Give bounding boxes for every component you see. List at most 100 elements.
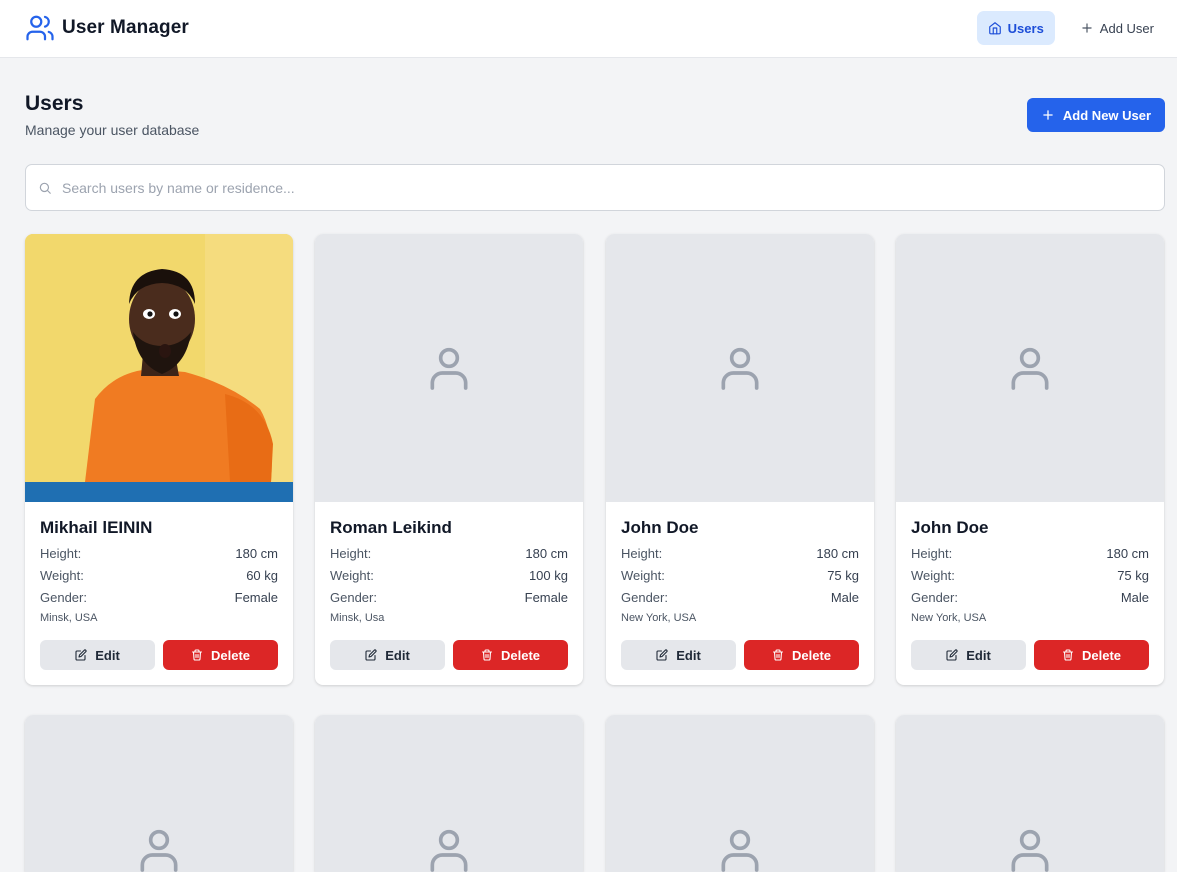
weight-row: Weight: 100 kg (330, 568, 568, 584)
height-label: Height: (330, 546, 372, 561)
gender-row: Gender: Female (40, 590, 278, 606)
gender-value: Female (234, 590, 278, 605)
height-row: Height: 180 cm (911, 546, 1149, 562)
plus-icon (1043, 110, 1053, 120)
height-label: Height: (911, 546, 953, 561)
user-photo (25, 234, 293, 502)
card-actions: Edit Delete (330, 640, 568, 670)
weight-label: Weight: (621, 568, 665, 583)
user-icon (1011, 829, 1049, 872)
user-photo-placeholder (315, 715, 583, 872)
weight-value: 75 kg (1117, 568, 1149, 583)
edit-label: Edit (95, 647, 120, 663)
delete-label: Delete (210, 647, 251, 663)
edit-icon (656, 649, 668, 661)
weight-label: Weight: (330, 568, 374, 583)
trash-icon (481, 649, 493, 661)
edit-label: Edit (385, 647, 410, 663)
gender-label: Gender: (40, 590, 87, 605)
edit-button[interactable]: Edit (621, 640, 736, 670)
users-icon (26, 15, 54, 41)
gender-label: Gender: (911, 590, 958, 605)
residence: Minsk, Usa (330, 612, 385, 624)
main-nav: Users Add User (976, 11, 1165, 45)
height-value: 180 cm (816, 546, 859, 561)
user-card-body: Mikhail lEININ Height: 180 cm Weight: 60 k… (25, 502, 293, 685)
page-subtitle: Manage your user database (25, 122, 200, 138)
trash-icon (772, 649, 784, 661)
top-navbar: User Manager Users Add User (0, 0, 1177, 58)
weight-value: 60 kg (246, 568, 278, 583)
delete-label: Delete (791, 647, 832, 663)
card-actions: Edit Delete (40, 640, 278, 670)
app-title: User Manager (62, 17, 189, 38)
user-name: Mikhail lEININ (40, 518, 153, 537)
user-card-body: Roman Leikind Height: 180 cm Weight: 100 k… (315, 502, 583, 685)
edit-button[interactable]: Edit (40, 640, 155, 670)
delete-button[interactable]: Delete (453, 640, 568, 670)
user-photo-placeholder (606, 234, 874, 502)
height-label: Height: (40, 546, 82, 561)
user-icon (721, 829, 759, 872)
delete-button[interactable]: Delete (744, 640, 859, 670)
add-new-user-button[interactable]: Add New User (1027, 98, 1165, 132)
user-name: John Doe (621, 518, 699, 537)
search-input[interactable] (62, 179, 1142, 196)
weight-label: Weight: (911, 568, 955, 583)
gender-value: Male (830, 590, 859, 605)
user-icon (430, 347, 468, 390)
gender-label: Gender: (330, 590, 377, 605)
weight-row: Weight: 75 kg (911, 568, 1149, 584)
user-card: John Doe Height: 180 cm Weight: 75 kg Gend… (606, 234, 874, 685)
card-actions: Edit Delete (621, 640, 859, 670)
trash-icon (1062, 649, 1074, 661)
nav-users[interactable]: Users (976, 11, 1055, 45)
user-photo-placeholder (606, 715, 874, 872)
delete-button[interactable]: Delete (1034, 640, 1149, 670)
edit-icon (365, 649, 377, 661)
height-row: Height: 180 cm (330, 546, 568, 562)
weight-value: 75 kg (827, 568, 859, 583)
user-card (315, 715, 583, 872)
gender-value: Male (1120, 590, 1149, 605)
height-value: 180 cm (235, 546, 278, 561)
user-photo-placeholder (896, 234, 1164, 502)
user-card: John Doe Height: 180 cm Weight: 75 kg Gend… (896, 234, 1164, 685)
edit-button[interactable]: Edit (911, 640, 1026, 670)
home-icon (988, 22, 1001, 35)
gender-row: Gender: Female (330, 590, 568, 606)
user-card (25, 715, 293, 872)
weight-label: Weight: (40, 568, 84, 583)
user-icon (721, 347, 759, 390)
residence: Minsk, USA (40, 612, 98, 624)
plus-icon (1082, 23, 1092, 33)
user-card: Mikhail lEININ Height: 180 cm Weight: 60 k… (25, 234, 293, 685)
user-name: John Doe (911, 518, 989, 537)
gender-value: Female (524, 590, 568, 605)
user-photo-placeholder (315, 234, 583, 502)
brand[interactable]: User Manager (25, 13, 189, 43)
user-name: Roman Leikind (330, 518, 452, 537)
height-row: Height: 180 cm (621, 546, 859, 562)
user-card (606, 715, 874, 872)
height-row: Height: 180 cm (40, 546, 278, 562)
gender-row: Gender: Male (621, 590, 859, 606)
delete-button[interactable]: Delete (163, 640, 278, 670)
edit-label: Edit (676, 647, 701, 663)
user-icon (140, 829, 178, 872)
edit-icon (946, 649, 958, 661)
weight-value: 100 kg (528, 568, 568, 583)
residence: New York, USA (621, 612, 697, 624)
nav-add-user[interactable]: Add User (1069, 11, 1165, 45)
user-card (896, 715, 1164, 872)
residence: New York, USA (911, 612, 987, 624)
delete-label: Delete (500, 647, 541, 663)
user-icon (1011, 347, 1049, 390)
search-icon (39, 182, 51, 194)
nav-add-user-label: Add User (1099, 20, 1154, 36)
edit-button[interactable]: Edit (330, 640, 445, 670)
user-card-body: John Doe Height: 180 cm Weight: 75 kg Gend… (896, 502, 1164, 685)
user-card: Roman Leikind Height: 180 cm Weight: 100 k… (315, 234, 583, 685)
height-label: Height: (621, 546, 663, 561)
edit-label: Edit (966, 647, 991, 663)
